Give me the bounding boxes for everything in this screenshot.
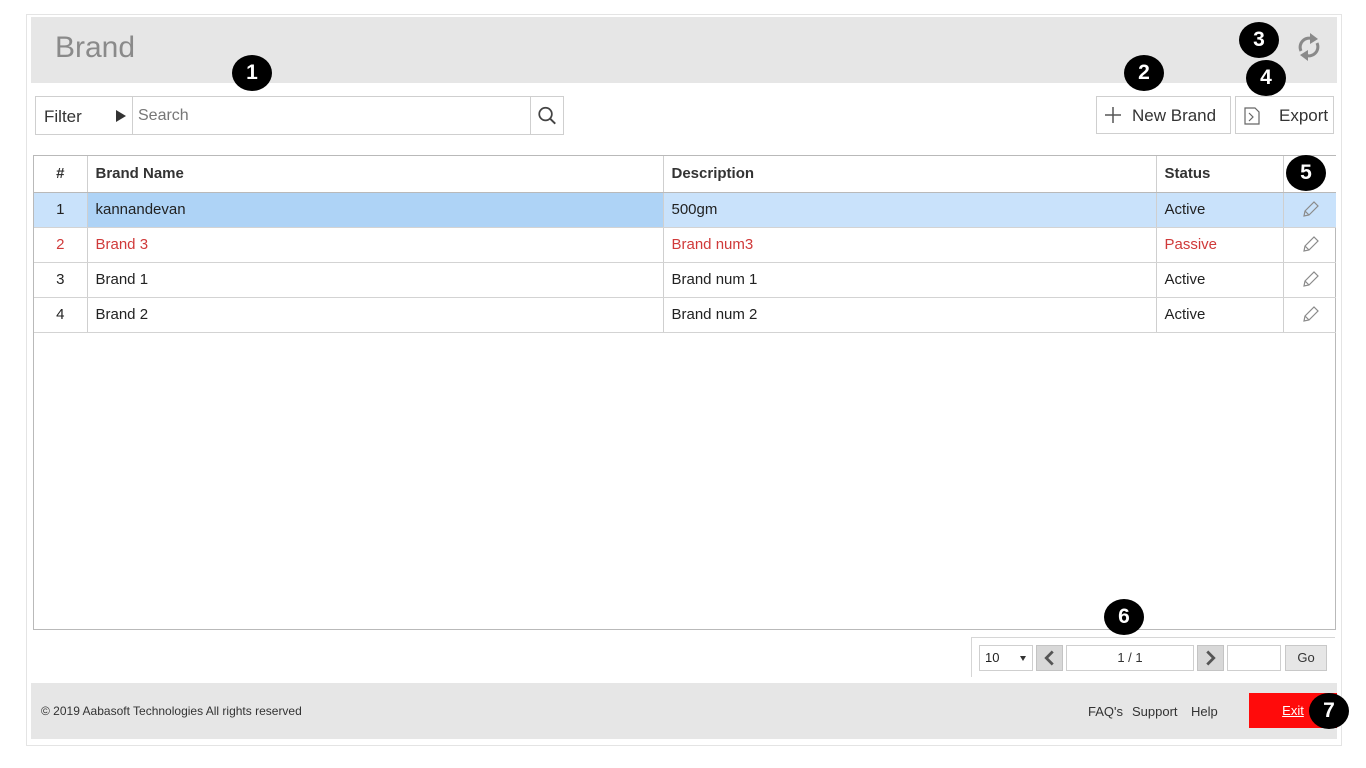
edit-icon[interactable]: [1300, 235, 1320, 255]
new-brand-button[interactable]: New Brand: [1096, 96, 1231, 134]
row-edit-cell[interactable]: [1283, 192, 1336, 228]
export-label: Export: [1279, 106, 1329, 125]
callout-marker: 4: [1246, 60, 1286, 96]
callout-marker: 3: [1239, 22, 1279, 58]
page-size-value: 10: [985, 650, 1000, 665]
row-status[interactable]: Active: [1156, 262, 1284, 298]
row-number: 1: [34, 192, 88, 228]
exit-label: Exit: [1282, 703, 1304, 718]
edit-icon[interactable]: [1300, 270, 1320, 290]
filter-label[interactable]: Filter: [44, 107, 82, 127]
callout-marker: 6: [1104, 599, 1144, 635]
page-title: Brand: [55, 31, 136, 64]
new-brand-label: New Brand: [1132, 106, 1217, 125]
row-description[interactable]: Brand num 1: [663, 262, 1157, 298]
callout-marker: 2: [1124, 55, 1164, 91]
faq-link[interactable]: FAQ's: [1088, 704, 1123, 719]
callout-marker: 1: [232, 55, 272, 91]
brand-grid: # Brand Name Description Status 1 kannan…: [33, 155, 1336, 630]
row-brand-name[interactable]: Brand 3: [87, 227, 664, 263]
row-edit-cell[interactable]: [1283, 227, 1336, 263]
column-header-description[interactable]: Description: [663, 156, 1157, 193]
edit-icon[interactable]: [1300, 200, 1320, 220]
row-edit-cell[interactable]: [1283, 262, 1336, 298]
table-row[interactable]: 2 Brand 3 Brand num3 Passive: [34, 227, 1336, 263]
goto-page-input[interactable]: [1227, 645, 1281, 671]
edit-icon[interactable]: [1300, 305, 1320, 325]
row-brand-name[interactable]: Brand 1: [87, 262, 664, 298]
column-header-status[interactable]: Status: [1156, 156, 1284, 193]
column-header-brand-name[interactable]: Brand Name: [87, 156, 664, 193]
row-status[interactable]: Passive: [1156, 227, 1284, 263]
filter-expand-icon[interactable]: [116, 110, 126, 122]
chevron-down-icon: [1020, 656, 1026, 661]
go-button[interactable]: Go: [1285, 645, 1327, 671]
table-row[interactable]: 1 kannandevan 500gm Active: [34, 192, 1336, 228]
column-header-number[interactable]: #: [34, 156, 88, 193]
export-icon: [1244, 107, 1260, 125]
row-number: 2: [34, 227, 88, 263]
chevron-right-icon[interactable]: [1197, 645, 1224, 671]
chevron-left-icon[interactable]: [1036, 645, 1063, 671]
page-indicator: 1 / 1: [1066, 645, 1194, 671]
row-edit-cell[interactable]: [1283, 297, 1336, 333]
plus-icon: [1105, 107, 1121, 123]
support-link[interactable]: Support: [1132, 704, 1178, 719]
callout-marker: 5: [1286, 155, 1326, 191]
row-description[interactable]: Brand num3: [663, 227, 1157, 263]
row-status[interactable]: Active: [1156, 192, 1284, 228]
pagination-bar: 10 1 / 1 Go: [971, 637, 1335, 677]
copyright-text: © 2019 Aabasoft Technologies All rights …: [41, 704, 302, 718]
export-button[interactable]: Export: [1235, 96, 1334, 134]
row-status[interactable]: Active: [1156, 297, 1284, 333]
row-brand-name[interactable]: Brand 2: [87, 297, 664, 333]
table-row[interactable]: 3 Brand 1 Brand num 1 Active: [34, 262, 1336, 298]
callout-marker: 7: [1309, 693, 1349, 729]
search-input[interactable]: [134, 99, 526, 132]
brand-table: # Brand Name Description Status 1 kannan…: [34, 156, 1336, 333]
refresh-icon[interactable]: [1291, 29, 1327, 65]
page-size-select[interactable]: 10: [979, 645, 1033, 671]
filter-search-bar: Filter: [35, 96, 564, 135]
row-description[interactable]: Brand num 2: [663, 297, 1157, 333]
app-window: Brand Filter New Brand Export: [26, 14, 1349, 746]
page-footer: © 2019 Aabasoft Technologies All rights …: [31, 683, 1337, 739]
help-link[interactable]: Help: [1191, 704, 1218, 719]
row-description[interactable]: 500gm: [663, 192, 1157, 228]
divider: [132, 97, 133, 134]
table-row[interactable]: 4 Brand 2 Brand num 2 Active: [34, 297, 1336, 333]
row-number: 4: [34, 297, 88, 333]
row-number: 3: [34, 262, 88, 298]
row-brand-name[interactable]: kannandevan: [87, 192, 664, 228]
table-header-row: # Brand Name Description Status: [34, 156, 1336, 193]
search-icon[interactable]: [530, 97, 563, 134]
